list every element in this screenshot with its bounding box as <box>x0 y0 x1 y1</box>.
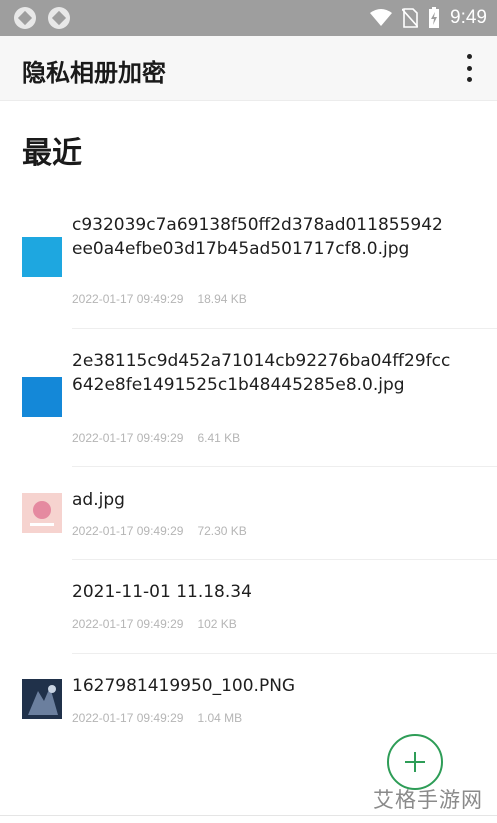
file-size: 72.30 KB <box>197 524 247 538</box>
file-name: 2021-11-01 11.18.34 <box>72 582 252 602</box>
blue-image-thumbnail <box>22 377 62 417</box>
file-list-item[interactable]: 2e38115c9d452a71014cb92276ba04ff29fcc642… <box>0 345 497 465</box>
file-date: 2022-01-17 09:49:29 <box>72 617 184 631</box>
image-preview-icon <box>30 501 54 526</box>
pink-ad-thumbnail <box>22 493 62 533</box>
file-name: ad.jpg <box>72 490 125 510</box>
wifi-icon <box>370 9 393 26</box>
status-time: 9:49 <box>450 7 487 28</box>
file-list-item[interactable]: 1627981419950_100.PNG 2022-01-17 09:49:2… <box>0 664 497 744</box>
file-date: 2022-01-17 09:49:29 <box>72 524 184 538</box>
file-size: 18.94 KB <box>197 292 247 306</box>
more-vert-icon[interactable] <box>465 54 473 82</box>
file-date: 2022-01-17 09:49:29 <box>72 292 184 306</box>
file-size: 6.41 KB <box>197 431 241 445</box>
file-name: 1627981419950_100.PNG <box>72 676 296 696</box>
app-notification-icon <box>48 7 70 29</box>
app-notification-icon <box>14 7 36 29</box>
watermark: 艾格手游网 <box>373 788 483 812</box>
divider <box>72 653 497 654</box>
divider <box>0 815 497 816</box>
status-bar: 9:49 <box>0 0 497 36</box>
file-name: c932039c7a69138f50ff2d378ad011855942ee0a… <box>72 215 443 259</box>
section-title-recent: 最近 <box>22 136 82 171</box>
file-meta: 2022-01-17 09:49:29 102 KB <box>72 617 237 631</box>
file-name: 2e38115c9d452a71014cb92276ba04ff29fcc642… <box>72 351 451 395</box>
battery-charging-icon <box>429 7 440 28</box>
divider <box>72 466 497 467</box>
file-meta: 2022-01-17 09:49:29 6.41 KB <box>72 431 240 445</box>
file-meta: 2022-01-17 09:49:29 72.30 KB <box>72 524 247 538</box>
app-title: 隐私相册加密 <box>22 59 166 87</box>
add-button[interactable] <box>387 734 443 790</box>
file-list-item[interactable]: ad.jpg 2022-01-17 09:49:29 72.30 KB <box>0 478 497 558</box>
file-size: 1.04 MB <box>197 711 243 725</box>
divider <box>72 559 497 560</box>
file-list-item[interactable]: 2021-11-01 11.18.34 2022-01-17 09:49:29 1… <box>0 570 497 652</box>
file-meta: 2022-01-17 09:49:29 18.94 KB <box>72 292 247 306</box>
app-bar: 隐私相册加密 <box>0 36 497 101</box>
file-list-item[interactable]: c932039c7a69138f50ff2d378ad011855942ee0a… <box>0 205 497 327</box>
divider <box>72 328 497 329</box>
blue-image-thumbnail <box>22 237 62 277</box>
blank-thumbnail <box>22 586 62 626</box>
no-sim-icon <box>402 8 419 28</box>
file-meta: 2022-01-17 09:49:29 1.04 MB <box>72 711 242 725</box>
file-date: 2022-01-17 09:49:29 <box>72 711 184 725</box>
file-date: 2022-01-17 09:49:29 <box>72 431 184 445</box>
dark-game-thumbnail <box>22 679 62 719</box>
file-size: 102 KB <box>197 617 237 631</box>
image-preview-icon <box>28 685 58 715</box>
